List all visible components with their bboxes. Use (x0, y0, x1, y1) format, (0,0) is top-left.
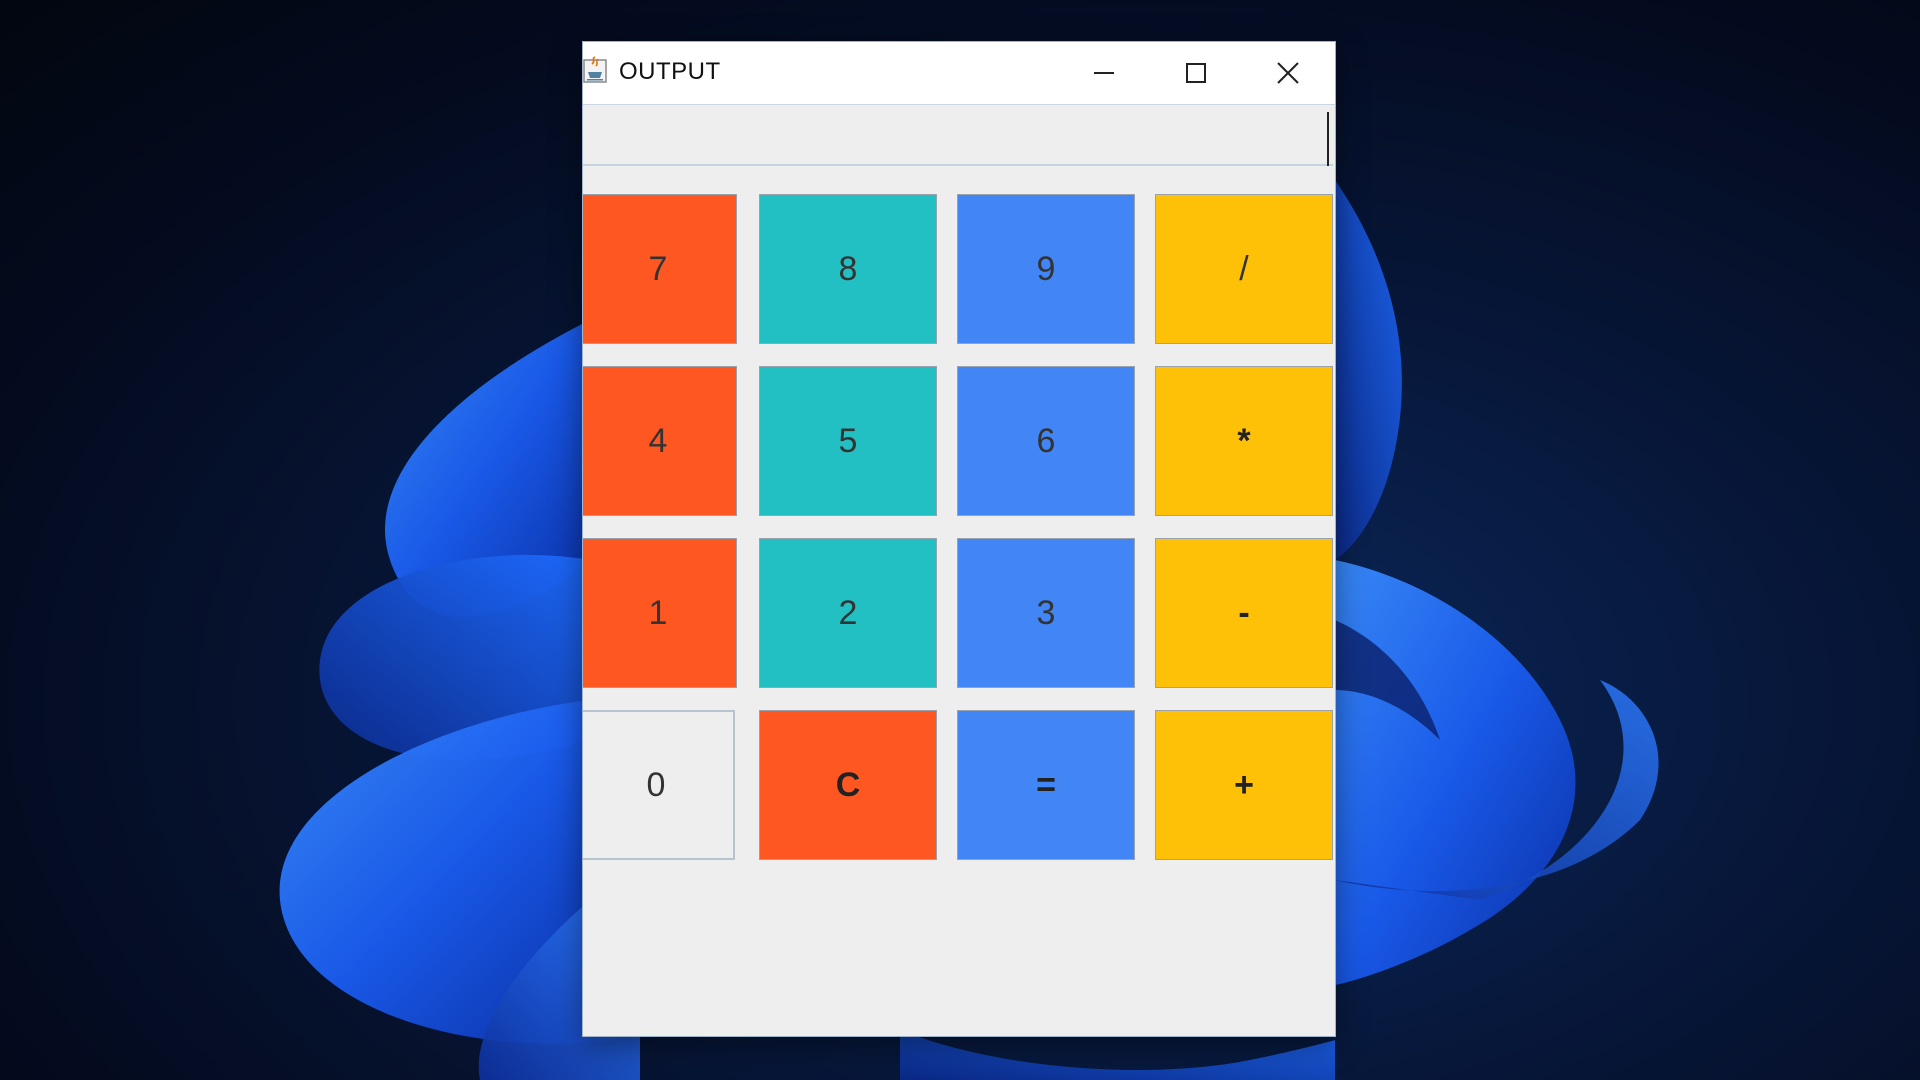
close-icon (1277, 62, 1299, 84)
key-6[interactable]: 6 (957, 366, 1135, 516)
key-7[interactable]: 7 (583, 194, 737, 344)
key-1[interactable]: 1 (583, 538, 737, 688)
title-bar[interactable]: OUTPUT (583, 42, 1335, 105)
java-app-icon (583, 56, 607, 83)
minimize-button[interactable] (1058, 42, 1150, 104)
maximize-icon (1186, 63, 1206, 83)
key-9[interactable]: 9 (957, 194, 1135, 344)
close-button[interactable] (1242, 42, 1334, 104)
key-5[interactable]: 5 (759, 366, 937, 516)
window-title: OUTPUT (619, 58, 721, 85)
key-add[interactable]: + (1155, 710, 1333, 860)
key-divide[interactable]: / (1155, 194, 1333, 344)
desktop: OUTPUT 7 8 9 / 4 5 6 * 1 2 3 - 0 C = + (0, 0, 1920, 1080)
text-caret (1327, 112, 1329, 166)
key-subtract[interactable]: - (1155, 538, 1333, 688)
maximize-button[interactable] (1150, 42, 1242, 104)
key-3[interactable]: 3 (957, 538, 1135, 688)
key-clear[interactable]: C (759, 710, 937, 860)
key-2[interactable]: 2 (759, 538, 937, 688)
key-equals[interactable]: = (957, 710, 1135, 860)
key-multiply[interactable]: * (1155, 366, 1333, 516)
key-8[interactable]: 8 (759, 194, 937, 344)
minimize-icon (1094, 72, 1114, 74)
calculator-window: OUTPUT 7 8 9 / 4 5 6 * 1 2 3 - 0 C = + (583, 42, 1335, 1036)
key-0[interactable]: 0 (583, 710, 735, 860)
calculator-display[interactable] (583, 106, 1333, 166)
key-4[interactable]: 4 (583, 366, 737, 516)
